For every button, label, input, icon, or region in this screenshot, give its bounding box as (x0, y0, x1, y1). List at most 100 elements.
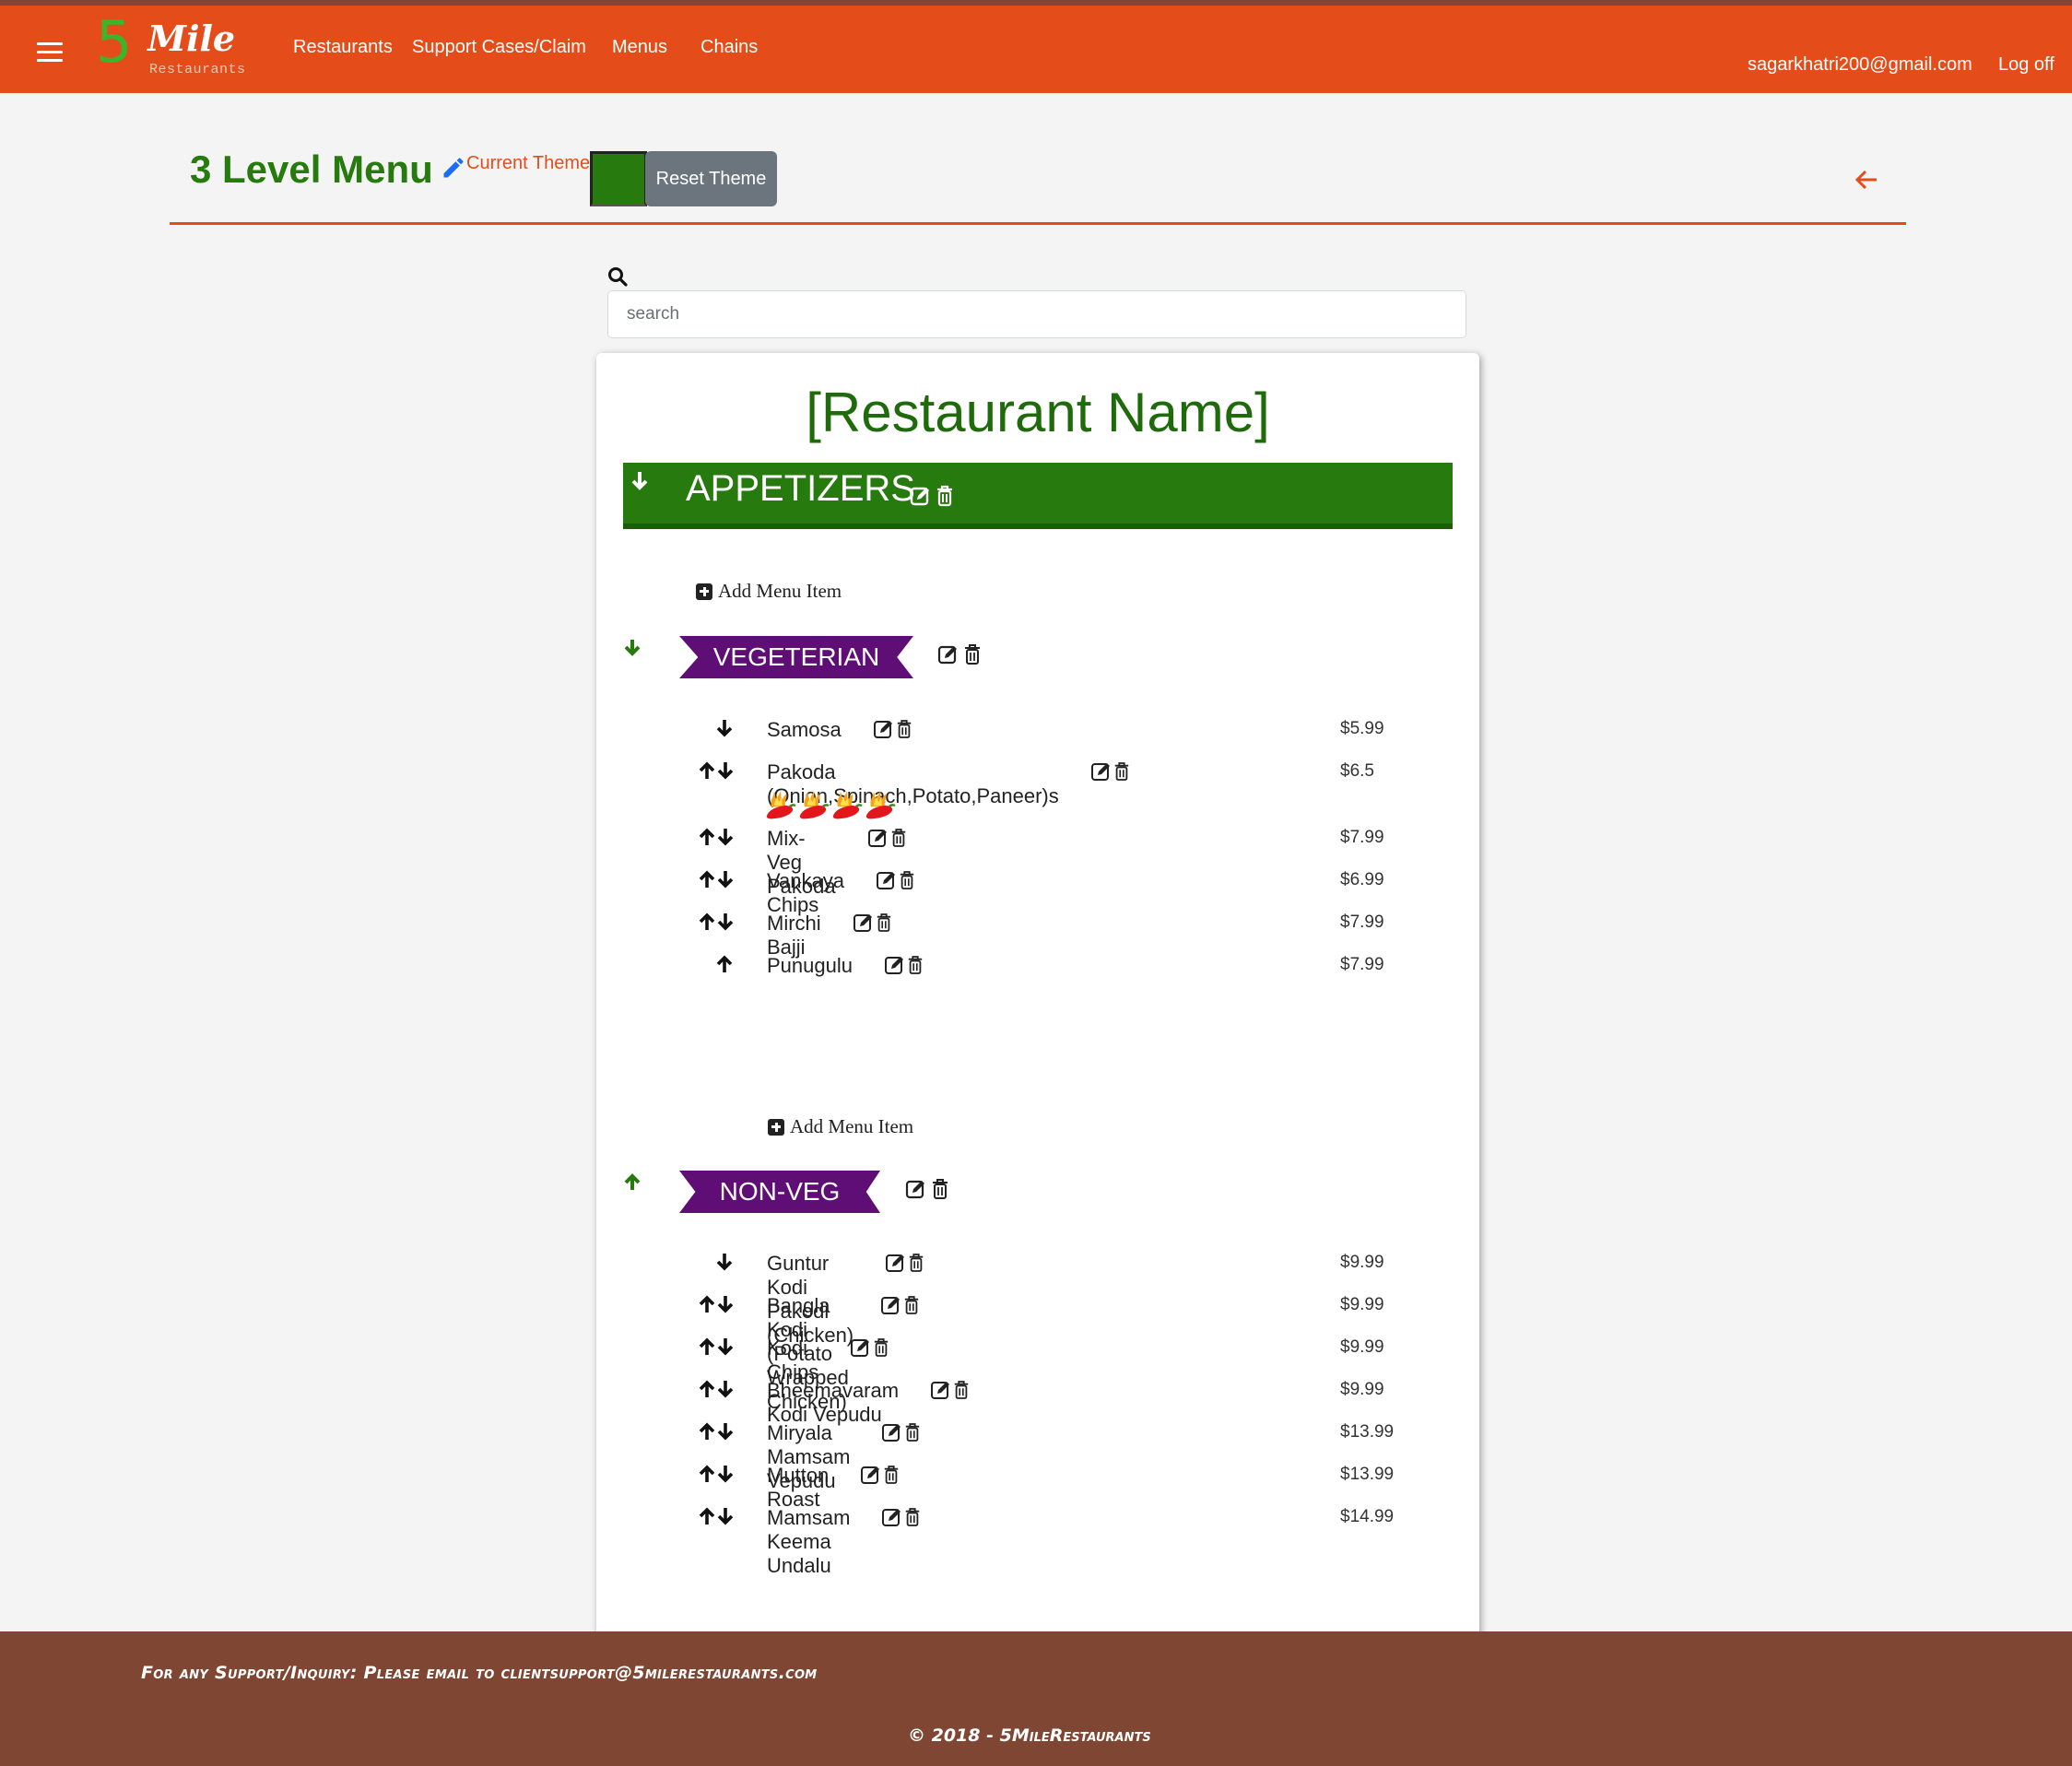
nav-link-support-cases[interactable]: Support Cases/Claim (412, 37, 586, 58)
logo-number: 5 (96, 8, 133, 76)
menu-item-price: $7.99 (1340, 955, 1384, 974)
item-actions (880, 1294, 920, 1316)
arrow-up-icon[interactable] (699, 1379, 715, 1399)
trash-icon[interactable] (936, 485, 954, 507)
edit-icon[interactable] (885, 1252, 907, 1274)
edit-icon[interactable] (873, 718, 895, 740)
arrow-down-icon[interactable] (717, 1379, 734, 1399)
edit-icon[interactable] (881, 1506, 903, 1528)
arrow-down-icon[interactable] (716, 718, 733, 738)
search-icon (608, 267, 628, 287)
trash-icon[interactable] (873, 1336, 889, 1359)
hamburger-icon-bar (37, 42, 63, 45)
nav-link-menus[interactable]: Menus (612, 37, 667, 58)
nav-link-restaurants[interactable]: Restaurants (293, 37, 393, 58)
trash-icon[interactable] (907, 954, 924, 976)
edit-icon[interactable] (881, 1421, 903, 1443)
arrow-up-icon[interactable] (699, 912, 715, 932)
trash-icon[interactable] (904, 1421, 921, 1443)
menu-card: [Restaurant Name] APPETIZERS Add Menu It… (596, 353, 1479, 1736)
restaurant-name: [Restaurant Name] (806, 382, 1270, 443)
footer: For any Support/Inquiry: Please email to… (0, 1631, 2072, 1766)
edit-icon[interactable] (867, 827, 889, 849)
reorder-arrows (699, 827, 734, 847)
user-email-link[interactable]: sagarkhatri200@gmail.com (1748, 54, 1972, 76)
menu-toggle-button[interactable] (37, 42, 63, 63)
menu-item-price: $5.99 (1340, 719, 1384, 738)
arrow-up-icon[interactable] (699, 827, 715, 847)
arrow-down-icon[interactable] (717, 912, 734, 932)
search-input[interactable] (607, 290, 1466, 338)
arrow-down-icon[interactable] (630, 470, 649, 492)
edit-icon[interactable] (905, 1178, 927, 1200)
trash-icon[interactable] (1113, 760, 1130, 783)
trash-icon[interactable] (953, 1379, 970, 1401)
item-actions (884, 954, 924, 976)
arrow-up-icon[interactable] (699, 1336, 715, 1357)
pencil-icon[interactable] (441, 155, 466, 181)
arrow-down-icon[interactable] (717, 1506, 734, 1526)
trash-icon[interactable] (963, 643, 982, 665)
logo[interactable]: 5 Mile Restaurants (96, 14, 280, 80)
arrow-down-icon[interactable] (717, 1421, 734, 1442)
menu-item-name: Punugulu (767, 954, 853, 977)
back-arrow-icon[interactable] (1853, 166, 1880, 194)
hot-pepper-icon (832, 791, 863, 819)
edit-icon[interactable] (1090, 760, 1113, 783)
trash-icon[interactable] (890, 827, 907, 849)
reorder-arrows (699, 1506, 734, 1526)
arrow-up-icon[interactable] (623, 1171, 642, 1192)
arrow-up-icon[interactable] (699, 1421, 715, 1442)
reorder-arrows (699, 1421, 734, 1442)
edit-icon[interactable] (876, 869, 898, 891)
add-menu-item-button[interactable]: Add Menu Item (768, 1115, 913, 1138)
edit-icon[interactable] (880, 1294, 902, 1316)
reorder-arrows (699, 869, 734, 889)
arrow-up-icon[interactable] (699, 1464, 715, 1484)
arrow-up-icon[interactable] (699, 1506, 715, 1526)
arrow-down-icon[interactable] (717, 760, 734, 781)
arrow-down-icon[interactable] (717, 1294, 734, 1314)
edit-icon[interactable] (853, 912, 875, 934)
arrow-down-icon[interactable] (717, 1464, 734, 1484)
theme-color-swatch[interactable] (590, 151, 647, 206)
reorder-arrows (716, 718, 733, 738)
trash-icon[interactable] (876, 912, 892, 934)
arrow-down-icon[interactable] (717, 827, 734, 847)
arrow-up-icon[interactable] (699, 1294, 715, 1314)
trash-icon[interactable] (904, 1506, 921, 1528)
reorder-arrows (699, 760, 734, 781)
trash-icon[interactable] (883, 1464, 900, 1486)
current-theme-label: Current Theme (466, 153, 591, 173)
reorder-arrows (699, 1336, 734, 1357)
edit-icon[interactable] (884, 954, 906, 976)
add-menu-item-button[interactable]: Add Menu Item (696, 580, 842, 603)
edit-icon[interactable] (930, 1379, 952, 1401)
edit-icon[interactable] (860, 1464, 882, 1486)
logout-link[interactable]: Log off (1998, 54, 2054, 76)
trash-icon[interactable] (903, 1294, 920, 1316)
trash-icon[interactable] (899, 869, 915, 891)
edit-icon[interactable] (910, 485, 932, 507)
reset-theme-button[interactable]: Reset Theme (645, 151, 777, 206)
item-actions (1090, 760, 1130, 783)
menu-item-price: $6.99 (1340, 870, 1384, 889)
nav-link-chains[interactable]: Chains (700, 37, 758, 58)
arrow-up-icon[interactable] (699, 869, 715, 889)
arrow-up-icon[interactable] (699, 760, 715, 781)
arrow-up-icon[interactable] (716, 954, 733, 974)
arrow-down-icon[interactable] (717, 869, 734, 889)
reorder-arrows (716, 954, 733, 974)
page-title: 3 Level Menu (190, 147, 433, 191)
add-menu-item-label: Add Menu Item (718, 580, 842, 602)
trash-icon[interactable] (908, 1252, 924, 1274)
arrow-down-icon[interactable] (717, 1336, 734, 1357)
trash-icon[interactable] (931, 1178, 949, 1200)
trash-icon[interactable] (896, 718, 912, 740)
menu-item-name: Samosa (767, 718, 842, 741)
edit-icon[interactable] (850, 1336, 872, 1359)
edit-icon[interactable] (937, 643, 959, 665)
arrow-down-icon[interactable] (623, 638, 642, 658)
reorder-arrows (716, 1252, 733, 1272)
arrow-down-icon[interactable] (716, 1252, 733, 1272)
